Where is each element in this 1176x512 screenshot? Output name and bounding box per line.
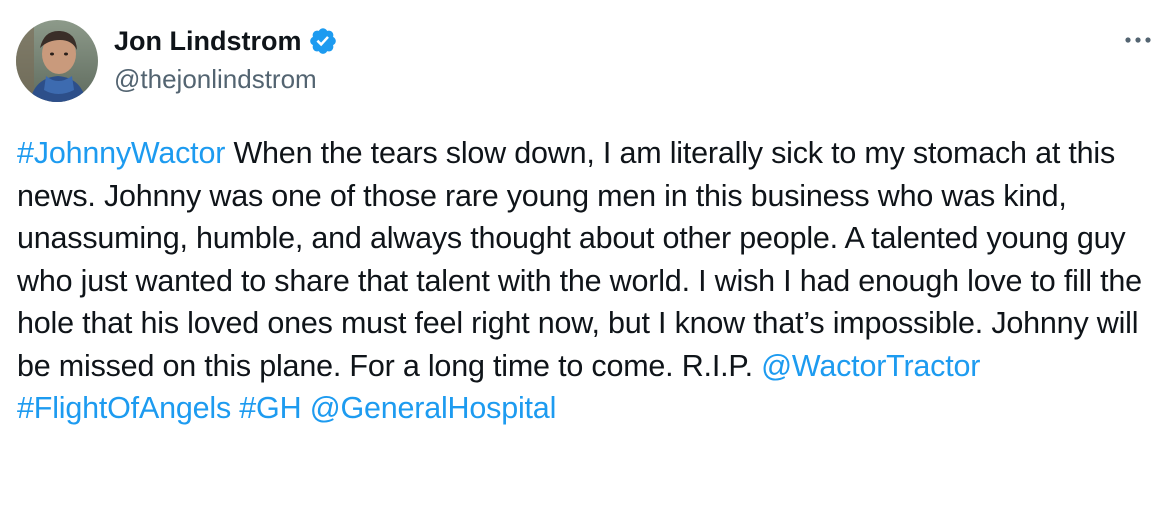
- mention-generalhospital[interactable]: @GeneralHospital: [310, 391, 557, 425]
- author-name-row: Jon Lindstrom: [114, 24, 338, 58]
- more-options-button[interactable]: [1118, 22, 1158, 58]
- more-horizontal-icon: [1125, 37, 1151, 43]
- tweet-text: #JohnnyWactor When the tears slow down, …: [17, 132, 1162, 430]
- mention-wactortractor[interactable]: @WactorTractor: [761, 349, 980, 383]
- author-display-name[interactable]: Jon Lindstrom: [114, 26, 302, 57]
- author-handle[interactable]: @thejonlindstrom: [114, 64, 317, 95]
- avatar[interactable]: [16, 20, 98, 102]
- hashtag-johnnywactor[interactable]: #JohnnyWactor: [17, 136, 225, 170]
- tweet-body-text: When the tears slow down, I am literally…: [17, 136, 1142, 383]
- verified-badge-icon[interactable]: [308, 26, 338, 56]
- tweet-card: Jon Lindstrom @thejonlindstrom #JohnnyWa…: [0, 0, 1176, 512]
- avatar-image: [16, 20, 98, 102]
- hashtag-gh[interactable]: #GH: [239, 391, 301, 425]
- hashtag-flightofangels[interactable]: #FlightOfAngels: [17, 391, 231, 425]
- text-spacer: [301, 391, 309, 425]
